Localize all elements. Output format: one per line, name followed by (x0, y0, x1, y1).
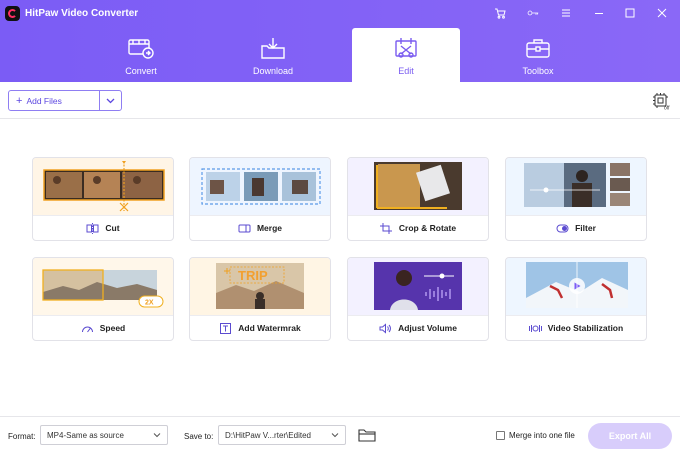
merge-checkbox[interactable] (496, 431, 505, 440)
tab-label: Toolbox (522, 66, 554, 76)
volume-icon (379, 322, 391, 334)
tool-footer: Add Watermrak (190, 315, 330, 340)
add-files-label: Add Files (26, 95, 62, 106)
tool-card-speed[interactable]: 2X Speed (32, 257, 174, 341)
toolbar-divider (0, 118, 680, 119)
format-value: MP4-Same as source (47, 430, 124, 440)
tool-footer: Merge (190, 215, 330, 240)
crop-thumbnail (348, 158, 488, 215)
tool-label: Filter (575, 223, 596, 233)
export-all-button[interactable]: Export All (588, 423, 672, 449)
tab-convert[interactable]: Convert (87, 28, 195, 82)
tool-label: Crop & Rotate (398, 223, 457, 233)
title-bar: HitPaw Video Converter (0, 0, 680, 26)
tool-footer: Speed (33, 315, 173, 340)
merge-icon (238, 224, 251, 232)
add-files-dropdown[interactable] (99, 90, 122, 111)
chevron-down-icon (106, 98, 115, 103)
app-title: HitPaw Video Converter (25, 8, 139, 19)
chevron-down-icon (331, 433, 339, 438)
tab-label: Convert (125, 66, 157, 76)
add-files-button[interactable]: + Add Files (8, 90, 100, 111)
tool-label: Speed (99, 323, 126, 333)
tool-card-crop-rotate[interactable]: Crop & Rotate (347, 157, 489, 241)
tab-toolbox[interactable]: Toolbox (484, 28, 592, 82)
cut-icon (86, 222, 99, 234)
cut-thumbnail (33, 158, 173, 215)
tool-label: Cut (105, 223, 120, 233)
stabilization-thumbnail (506, 258, 646, 315)
edit-icon (395, 38, 417, 58)
tool-card-cut[interactable]: Cut (32, 157, 174, 241)
menu-icon[interactable] (559, 6, 573, 20)
speed-thumbnail: 2X (33, 258, 173, 315)
folder-icon[interactable] (358, 427, 376, 443)
format-select[interactable]: MP4-Same as source (40, 425, 168, 445)
watermark-thumbnail: TRIP (190, 258, 330, 315)
save-to-value: D:\HitPaw V...rter\Edited (225, 430, 311, 440)
chevron-down-icon (153, 433, 161, 438)
speed-icon (81, 326, 93, 332)
app-logo-icon (5, 6, 20, 21)
watermark-text: TRIP (238, 268, 268, 283)
svg-text:off: off (664, 106, 670, 111)
tool-label: Merge (256, 223, 283, 233)
tool-card-stabilization[interactable]: Video Stabilization (505, 257, 647, 341)
tool-label: Add Watermrak (238, 323, 301, 333)
stabilization-icon (528, 324, 542, 332)
toolbox-icon (526, 39, 550, 58)
tool-card-merge[interactable]: Merge (189, 157, 331, 241)
tool-card-filter[interactable]: Filter (505, 157, 647, 241)
tab-edit[interactable]: Edit (352, 28, 460, 82)
minimize-icon[interactable] (592, 6, 606, 20)
format-label: Format: (8, 432, 36, 441)
close-icon[interactable] (655, 6, 669, 20)
save-to-label: Save to: (184, 432, 214, 441)
save-to-select[interactable]: D:\HitPaw V...rter\Edited (218, 425, 346, 445)
download-icon (261, 38, 285, 59)
plus-icon: + (16, 94, 23, 107)
tool-footer: Crop & Rotate (348, 215, 488, 240)
crop-icon (379, 222, 392, 234)
tool-footer: Video Stabilization (506, 315, 646, 340)
tool-card-volume[interactable]: Adjust Volume (347, 257, 489, 341)
merge-label: Merge into one file (509, 431, 575, 440)
tab-label: Edit (398, 66, 414, 76)
watermark-icon (220, 322, 232, 334)
tool-label: Video Stabilization (547, 323, 624, 333)
key-icon[interactable] (525, 6, 541, 20)
app-header: HitPaw Video Converter Convert Download (0, 0, 680, 82)
tab-label: Download (252, 66, 294, 76)
tool-footer: Filter (506, 215, 646, 240)
speed-badge: 2X (145, 300, 154, 307)
tool-footer: Adjust Volume (348, 315, 488, 340)
tool-card-watermark[interactable]: TRIP Add Watermrak (189, 257, 331, 341)
convert-icon (128, 39, 154, 59)
maximize-icon[interactable] (623, 6, 637, 20)
volume-thumbnail (348, 258, 488, 315)
tab-download[interactable]: Download (219, 28, 327, 82)
hardware-acceleration-off-icon[interactable]: off (652, 92, 672, 110)
tool-footer: Cut (33, 215, 173, 240)
cart-icon[interactable] (493, 6, 507, 20)
filter-icon (556, 224, 569, 232)
tool-label: Adjust Volume (398, 323, 457, 333)
bottom-bar: Format: MP4-Same as source Save to: D:\H… (0, 416, 680, 452)
filter-thumbnail (506, 158, 646, 215)
merge-thumbnail (190, 158, 330, 215)
